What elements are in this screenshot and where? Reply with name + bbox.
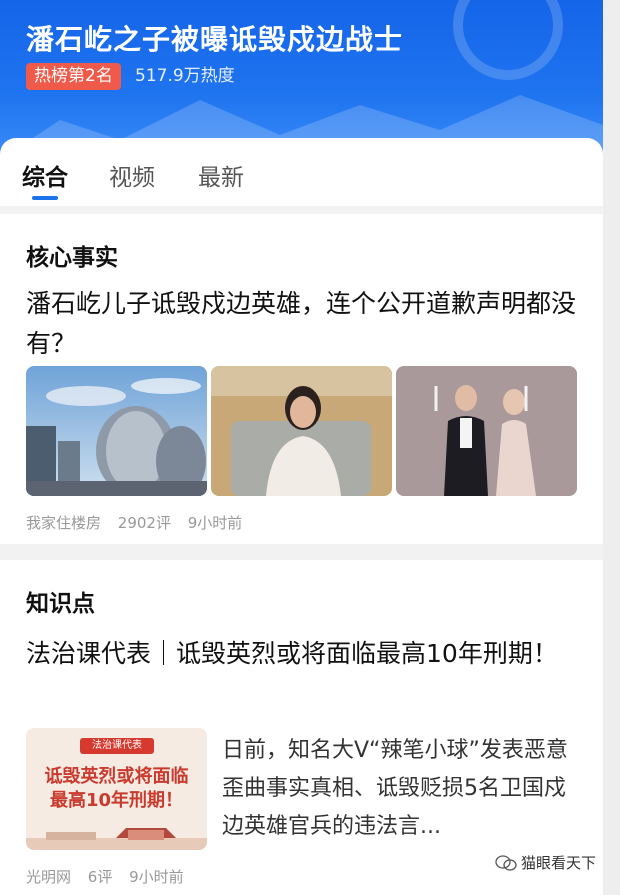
wedding-couple-image[interactable]: [396, 366, 577, 496]
wechat-icon: [495, 854, 517, 871]
city-building-image[interactable]: [26, 366, 207, 496]
knowledge-card[interactable]: 知识点 法治课代表｜诋毁英烈或将面临最高10年刑期！ 法治课代表 诋毁英烈或将面…: [0, 560, 603, 895]
watermark-text: 猫眼看天下: [520, 854, 596, 872]
comment-count: 6评: [87, 868, 113, 886]
article-summary: 日前，知名大V“辣笔小球”发表恶意歪曲事实真相、诋毁贬损5名卫国戍边英雄官兵的违…: [222, 738, 568, 839]
article-source: 我家住楼房: [26, 514, 102, 532]
rank-badge: 热榜第2名: [26, 63, 121, 90]
article-meta: 光明网 6评 9小时前: [26, 866, 196, 887]
article-headline[interactable]: 法治课代表｜诋毁英烈或将面临最高10年刑期！: [26, 634, 586, 674]
watermark: 猫眼看天下: [495, 852, 596, 873]
tab-latest[interactable]: 最新: [198, 158, 244, 192]
building-illustration: [26, 828, 207, 850]
tab-video[interactable]: 视频: [109, 158, 155, 192]
tab-comprehensive[interactable]: 综合: [22, 158, 68, 192]
portrait-woman-image[interactable]: [211, 366, 392, 496]
topic-title: 潘石屹之子被曝诋毁戍边战士: [26, 23, 404, 56]
active-tab-indicator: [32, 196, 58, 200]
publish-time: 9小时前: [129, 868, 184, 886]
section-title: 核心事实: [26, 245, 118, 271]
comment-count: 2902评: [117, 514, 171, 532]
poster-line1: 诋毁英烈或将面临: [44, 766, 189, 787]
topic-header: 潘石屹之子被曝诋毁戍边战士 热榜第2名 517.9万热度: [0, 0, 603, 160]
poster-line2: 最高10年刑期！: [49, 790, 184, 811]
section-title: 知识点: [26, 591, 95, 617]
article-source: 光明网: [26, 868, 72, 886]
article-meta: 我家住楼房 2902评 9小时前: [26, 512, 254, 533]
publish-time: 9小时前: [187, 514, 243, 532]
heat-count: 517.9万热度: [135, 66, 235, 86]
scroll-edge: [603, 0, 620, 895]
article-headline[interactable]: 潘石屹儿子诋毁戍边英雄，连个公开道歉声明都没有？: [26, 284, 586, 364]
tab-bar: 综合 视频 最新: [0, 138, 603, 206]
logo-decoration: [453, 0, 563, 80]
core-facts-card[interactable]: 核心事实 潘石屹儿子诋毁戍边英雄，连个公开道歉声明都没有？ 我家住楼房 2902…: [0, 214, 603, 544]
law-poster-image[interactable]: 法治课代表 诋毁英烈或将面临 最高10年刑期！: [26, 728, 207, 850]
poster-tag: 法治课代表: [80, 738, 154, 754]
